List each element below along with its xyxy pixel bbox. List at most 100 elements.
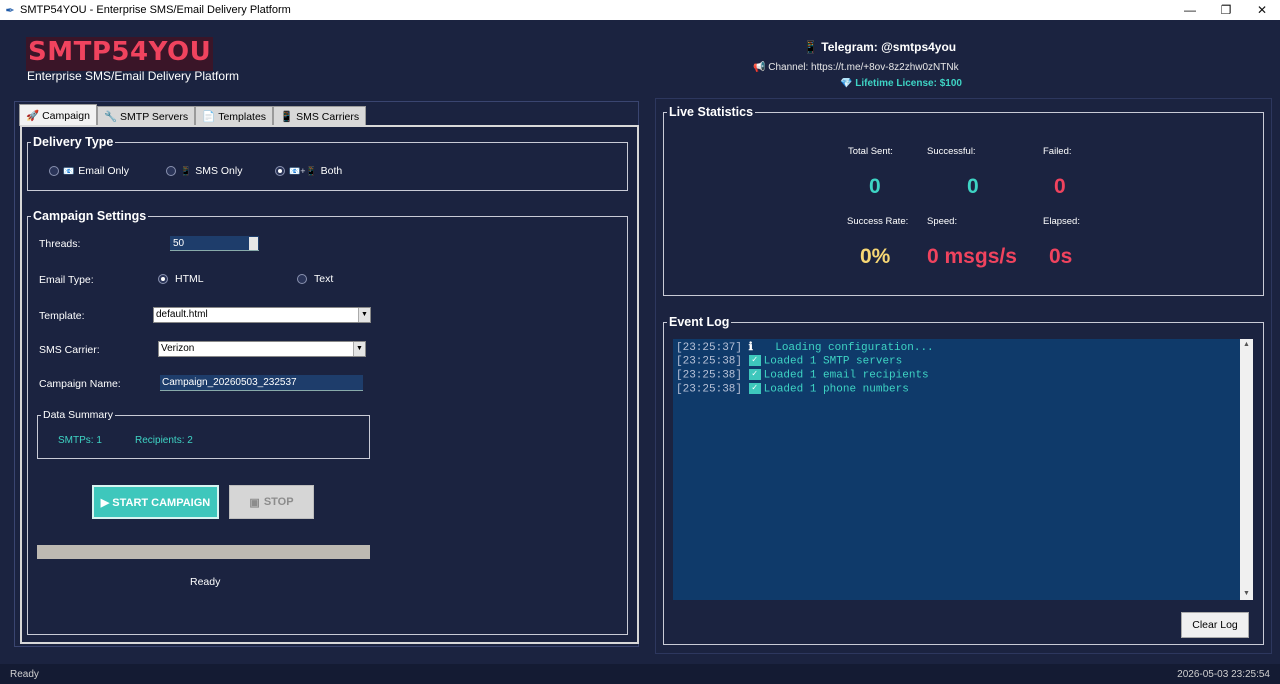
sms-carrier-label: SMS Carrier: (39, 344, 100, 356)
window-titlebar: ✒ SMTP54YOU - Enterprise SMS/Email Deliv… (0, 0, 1280, 20)
phone-icon: 📱 (180, 165, 192, 176)
status-timestamp: 2026-05-03 23:25:54 (1177, 669, 1270, 680)
radio-email-only[interactable]: 📧 Email Only (49, 165, 129, 177)
log-entry: [23:25:37] ℹ Loading configuration... (676, 342, 1253, 355)
radio-html[interactable]: HTML (158, 273, 204, 285)
campaign-name-label: Campaign Name: (39, 378, 121, 390)
license-info: 💎 Lifetime License: $100 (840, 78, 962, 88)
radio-indicator (158, 274, 168, 284)
tab-label: SMTP Servers (120, 110, 189, 123)
template-select[interactable]: default.html ▼ (153, 307, 371, 323)
smtp-count: SMTPs: 1 (58, 435, 102, 446)
phone-icon: 📱 (280, 111, 294, 123)
check-icon: ✓ (748, 355, 761, 367)
data-summary-legend: Data Summary (43, 409, 114, 421)
stop-button[interactable]: ▣ STOP (229, 485, 314, 519)
chevron-down-icon[interactable]: ▼ (1240, 588, 1253, 600)
close-button[interactable]: ✕ (1244, 0, 1280, 20)
tab-label: Campaign (42, 109, 90, 122)
successful-value: 0 (967, 175, 979, 198)
failed-label: Failed: (1043, 146, 1072, 157)
radio-both[interactable]: 📧+📱 Both (275, 165, 342, 177)
radio-sms-only[interactable]: 📱 SMS Only (166, 165, 242, 177)
stop-icon: ▣ (249, 496, 260, 509)
info-icon: ℹ (748, 342, 753, 354)
chevron-down-icon[interactable]: ▼ (353, 342, 365, 356)
telegram-contact: 📱 Telegram: @smtps4you (803, 40, 957, 54)
speed-label: Speed: (927, 216, 958, 227)
radio-label: Email Only (78, 165, 129, 177)
email-icon: 📧 (63, 165, 75, 176)
log-scrollbar[interactable]: ▲ ▼ (1240, 339, 1253, 600)
log-text: Loaded 1 email recipients (763, 369, 929, 382)
brand-tagline: Enterprise SMS/Email Delivery Platform (27, 69, 240, 83)
failed-value: 0 (1054, 175, 1066, 198)
carrier-value: Verizon (161, 343, 195, 354)
tab-sms-carriers[interactable]: 📱 SMS Carriers (273, 106, 367, 126)
log-timestamp: [23:25:38] (676, 383, 743, 396)
restore-button[interactable]: ❐ (1208, 0, 1244, 20)
campaign-progress-bar (37, 545, 370, 559)
status-bar: Ready 2026-05-03 23:25:54 (0, 664, 1280, 684)
carrier-select[interactable]: Verizon ▼ (158, 341, 366, 357)
spin-arrows[interactable] (249, 237, 258, 250)
tab-bar: 🚀 Campaign 🔧 SMTP Servers 📄 Templates 📱 … (19, 104, 367, 126)
total-sent-value: 0 (869, 175, 881, 198)
elapsed-value: 0s (1049, 245, 1073, 268)
speed-value: 0 msgs/s (927, 245, 1017, 268)
radio-indicator (49, 166, 59, 176)
chevron-down-icon[interactable]: ▼ (358, 308, 370, 322)
tab-label: Templates (218, 110, 267, 123)
log-entry: [23:25:38] ✓ Loaded 1 email recipients (676, 369, 1253, 383)
email-phone-icon: 📧+📱 (289, 165, 317, 176)
radio-label: Text (314, 273, 334, 285)
event-log-textarea[interactable]: [23:25:37] ℹ Loading configuration... [2… (673, 339, 1253, 600)
tab-smtp-servers[interactable]: 🔧 SMTP Servers (96, 106, 196, 126)
tab-templates[interactable]: 📄 Templates (195, 106, 274, 126)
email-type-label: Email Type: (39, 274, 94, 286)
window-controls: — ❐ ✕ (1172, 0, 1280, 20)
radio-indicator (166, 166, 176, 176)
campaign-status: Ready (190, 576, 221, 588)
tab-campaign[interactable]: 🚀 Campaign (19, 104, 97, 126)
radio-label: HTML (175, 273, 204, 285)
campaign-settings-legend: Campaign Settings (33, 209, 147, 223)
log-lines: [23:25:37] ℹ Loading configuration... [2… (673, 339, 1253, 396)
window-title: SMTP54YOU - Enterprise SMS/Email Deliver… (20, 4, 291, 16)
live-statistics-legend: Live Statistics (669, 105, 754, 119)
minimize-button[interactable]: — (1172, 0, 1208, 20)
check-icon: ✓ (748, 382, 761, 394)
radio-text[interactable]: Text (297, 273, 333, 285)
radio-indicator (275, 166, 285, 176)
log-timestamp: [23:25:37] (676, 342, 743, 354)
campaign-name-input[interactable]: Campaign_20260503_232537 (160, 375, 363, 391)
channel-link: 📢 Channel: https://t.me/+8ov-8z2zhw0zNTN… (753, 62, 959, 73)
tab-label: SMS Carriers (296, 110, 360, 123)
app-header: SMTP54YOU Enterprise SMS/Email Delivery … (0, 20, 1280, 88)
event-log-legend: Event Log (669, 315, 730, 329)
success-rate-value: 0% (860, 245, 891, 268)
clear-log-button[interactable]: Clear Log (1181, 612, 1249, 638)
threads-label: Threads: (39, 238, 81, 250)
feather-icon: ✒ (5, 4, 15, 17)
log-timestamp: [23:25:38] (676, 355, 743, 368)
threads-value: 50 (173, 238, 185, 249)
log-text: Loading configuration... (768, 342, 934, 354)
wrench-icon: 🔧 (103, 111, 118, 123)
radio-indicator (297, 274, 307, 284)
successful-label: Successful: (927, 146, 976, 157)
threads-spinbox[interactable]: 50 (170, 236, 259, 251)
delivery-type-legend: Delivery Type (33, 135, 114, 149)
elapsed-label: Elapsed: (1043, 216, 1080, 227)
status-text: Ready (10, 669, 39, 680)
start-campaign-button[interactable]: ▶ START CAMPAIGN (92, 485, 219, 519)
brand-logo: SMTP54YOU (26, 37, 214, 71)
log-entry: [23:25:38] ✓ Loaded 1 SMTP servers (676, 355, 1253, 369)
chevron-up-icon[interactable]: ▲ (1240, 339, 1253, 351)
log-timestamp: [23:25:38] (676, 369, 743, 382)
data-summary-group: Data Summary (37, 409, 370, 459)
check-icon: ✓ (748, 369, 761, 380)
radio-label: SMS Only (195, 165, 243, 177)
template-label: Template: (39, 310, 85, 322)
template-value: default.html (156, 309, 208, 320)
